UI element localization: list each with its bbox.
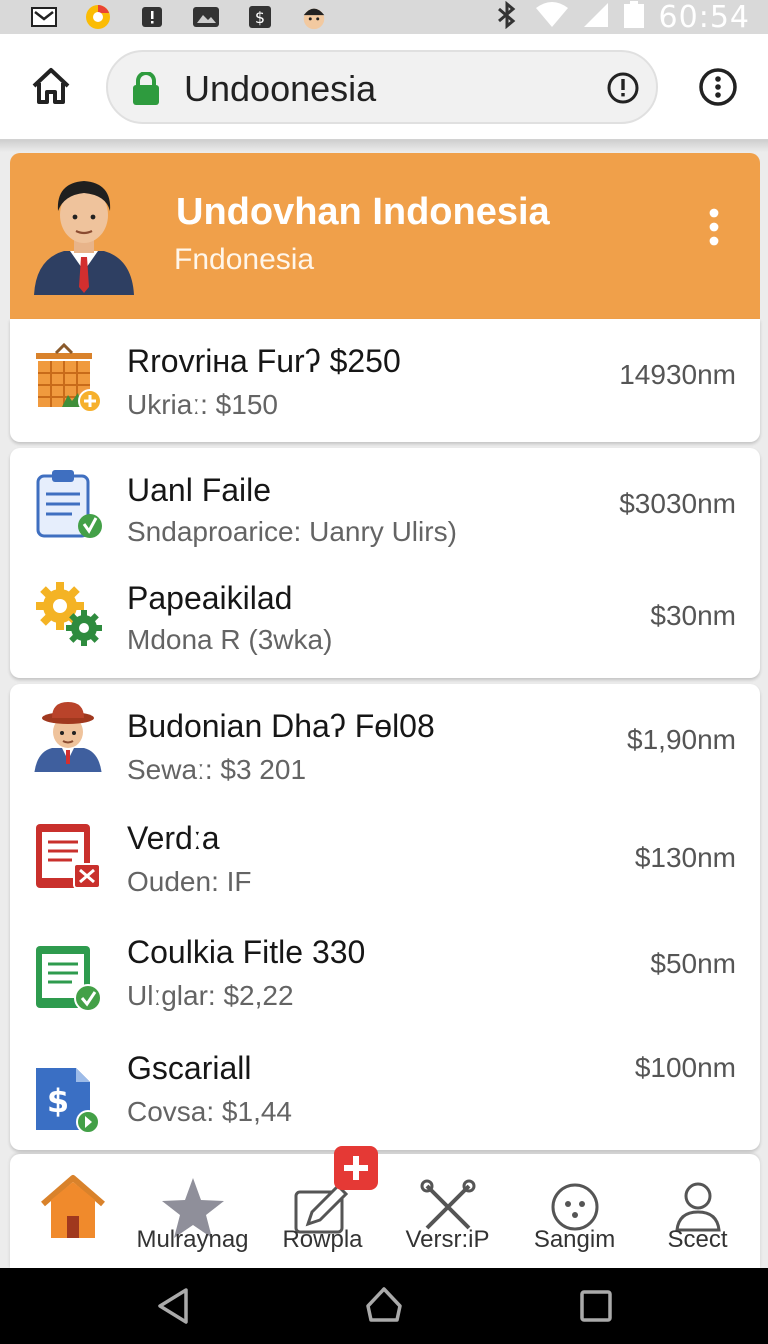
- item-title: Gscariall: [127, 1050, 252, 1086]
- nav-label: Rowpla: [282, 1226, 363, 1253]
- nav-tools[interactable]: Versr:iP: [385, 1154, 510, 1268]
- item-subtitle: Ukriaː: $150: [127, 389, 278, 420]
- nav-home[interactable]: [10, 1154, 135, 1268]
- status-bar: $ 60:54: [0, 0, 768, 35]
- nav-label: Sangim: [533, 1226, 616, 1253]
- list-card: Rrovriʜa Furʔ $250 Ukriaː: $150 14930nm: [10, 319, 760, 442]
- signal-icon: [583, 2, 609, 33]
- list-item[interactable]: Rrovriʜa Furʔ $250 Ukriaː: $150 14930nm: [10, 319, 760, 429]
- item-subtitle: Covsa: $1,44: [127, 1096, 292, 1127]
- item-title: Budonian Dhaʔ Fөl08: [127, 708, 435, 744]
- info-icon[interactable]: [606, 71, 640, 105]
- recents-icon[interactable]: [576, 1286, 616, 1326]
- home-icon: [37, 1170, 109, 1242]
- nav-label: Scect: [667, 1226, 728, 1253]
- item-subtitle: Ouden: IF: [127, 866, 252, 897]
- system-navigation-bar: [0, 1268, 768, 1344]
- system-indicators: 60:54: [493, 0, 750, 35]
- item-subtitle: Sewaː: $3 201: [127, 754, 307, 785]
- profile-header: Undovhan Indonesia Fndonesia: [10, 153, 760, 319]
- notification-icons: $: [30, 5, 328, 30]
- item-value: 14930nm: [619, 359, 736, 390]
- header-title: Undovhan Indonesia: [176, 191, 550, 233]
- more-vertical-icon[interactable]: [697, 66, 739, 108]
- address-bar[interactable]: Undoonesia: [106, 50, 658, 124]
- shop-basket-icon: [32, 342, 104, 415]
- list-item[interactable]: Budonian Dhaʔ Fөl08 Sewaː: $3 201 $1,90n…: [10, 684, 760, 794]
- nav-favorites[interactable]: Mulraynag: [130, 1154, 255, 1268]
- nav-profile[interactable]: Scect: [635, 1154, 760, 1268]
- item-value: $30nm: [650, 600, 736, 631]
- alert-icon: [138, 5, 166, 29]
- list-card: Budonian Dhaʔ Fөl08 Sewaː: $3 201 $1,90n…: [10, 684, 760, 1150]
- dollar-icon: $: [246, 5, 274, 29]
- browser-toolbar: Undoonesia: [0, 34, 768, 140]
- wifi-icon: [535, 1, 569, 33]
- gears-icon: [32, 578, 104, 650]
- list-card: Uanl Faile Sndaproarice: Uanry Ulirs) $3…: [10, 448, 760, 678]
- photo-icon: [192, 5, 220, 29]
- item-title: Rrovriʜa Furʔ $250: [127, 343, 401, 379]
- nav-settings[interactable]: Sangim: [512, 1154, 637, 1268]
- battery-icon: [623, 0, 645, 34]
- clipboard-icon: [32, 468, 104, 540]
- lock-icon: [130, 71, 162, 106]
- mail-icon: [30, 5, 58, 29]
- item-title: Coulkia Fitle 330: [127, 934, 366, 970]
- item-value: $1,90nm: [627, 724, 736, 755]
- home-circle-icon[interactable]: [364, 1286, 404, 1326]
- bluetooth-icon: [493, 0, 521, 34]
- home-icon[interactable]: [30, 66, 72, 106]
- avatar: [32, 171, 136, 295]
- url-text: Undoonesia: [184, 68, 377, 109]
- face-icon: [300, 5, 328, 30]
- document-check-icon: [32, 942, 104, 1014]
- list-item[interactable]: Coulkia Fitle 330 Ulːglar: $2,22 $50nm: [10, 918, 760, 1028]
- item-subtitle: Ulːglar: $2,22: [127, 980, 294, 1011]
- item-value: $50nm: [650, 948, 736, 979]
- person-hat-icon: [32, 700, 104, 776]
- list-item[interactable]: $ Gscariall Covsa: $1,44 $100nm: [10, 1036, 760, 1146]
- header-more-icon[interactable]: [704, 207, 724, 247]
- item-value: $100nm: [634, 1052, 736, 1083]
- back-icon[interactable]: [154, 1286, 194, 1326]
- item-subtitle: Sndaproarice: Uanry Ulirs): [127, 516, 457, 547]
- list-item[interactable]: Papeaikilad Mdona R (3wka) $30nm: [10, 558, 760, 668]
- svg-text:$: $: [47, 1082, 69, 1120]
- svg-text:$: $: [255, 8, 265, 27]
- toolbar-shadow: [0, 140, 768, 152]
- nav-label: Versr:iP: [405, 1226, 490, 1253]
- list-item[interactable]: Uanl Faile Sndaproarice: Uanry Ulirs) $3…: [10, 448, 760, 558]
- clock: 60:54: [658, 0, 750, 35]
- header-subtitle: Fndonesia: [174, 243, 315, 276]
- item-title: Papeaikilad: [127, 580, 293, 616]
- nav-label: Mulraynag: [136, 1226, 249, 1253]
- item-subtitle: Mdona R (3wka): [127, 624, 333, 655]
- plus-badge-icon: [334, 1146, 378, 1190]
- item-value: $130nm: [634, 842, 736, 873]
- document-error-icon: [32, 820, 104, 892]
- item-title: Uanl Faile: [127, 472, 272, 508]
- item-title: Verdːa: [127, 820, 220, 856]
- item-value: $3030nm: [619, 488, 736, 519]
- bottom-nav: Mulraynag Rowpla Versr:iP Sangim Scect: [10, 1146, 760, 1268]
- chrome-icon: [84, 5, 112, 29]
- money-document-icon: $: [32, 1064, 104, 1136]
- list-item[interactable]: Verdːa Ouden: IF $130nm: [10, 800, 760, 910]
